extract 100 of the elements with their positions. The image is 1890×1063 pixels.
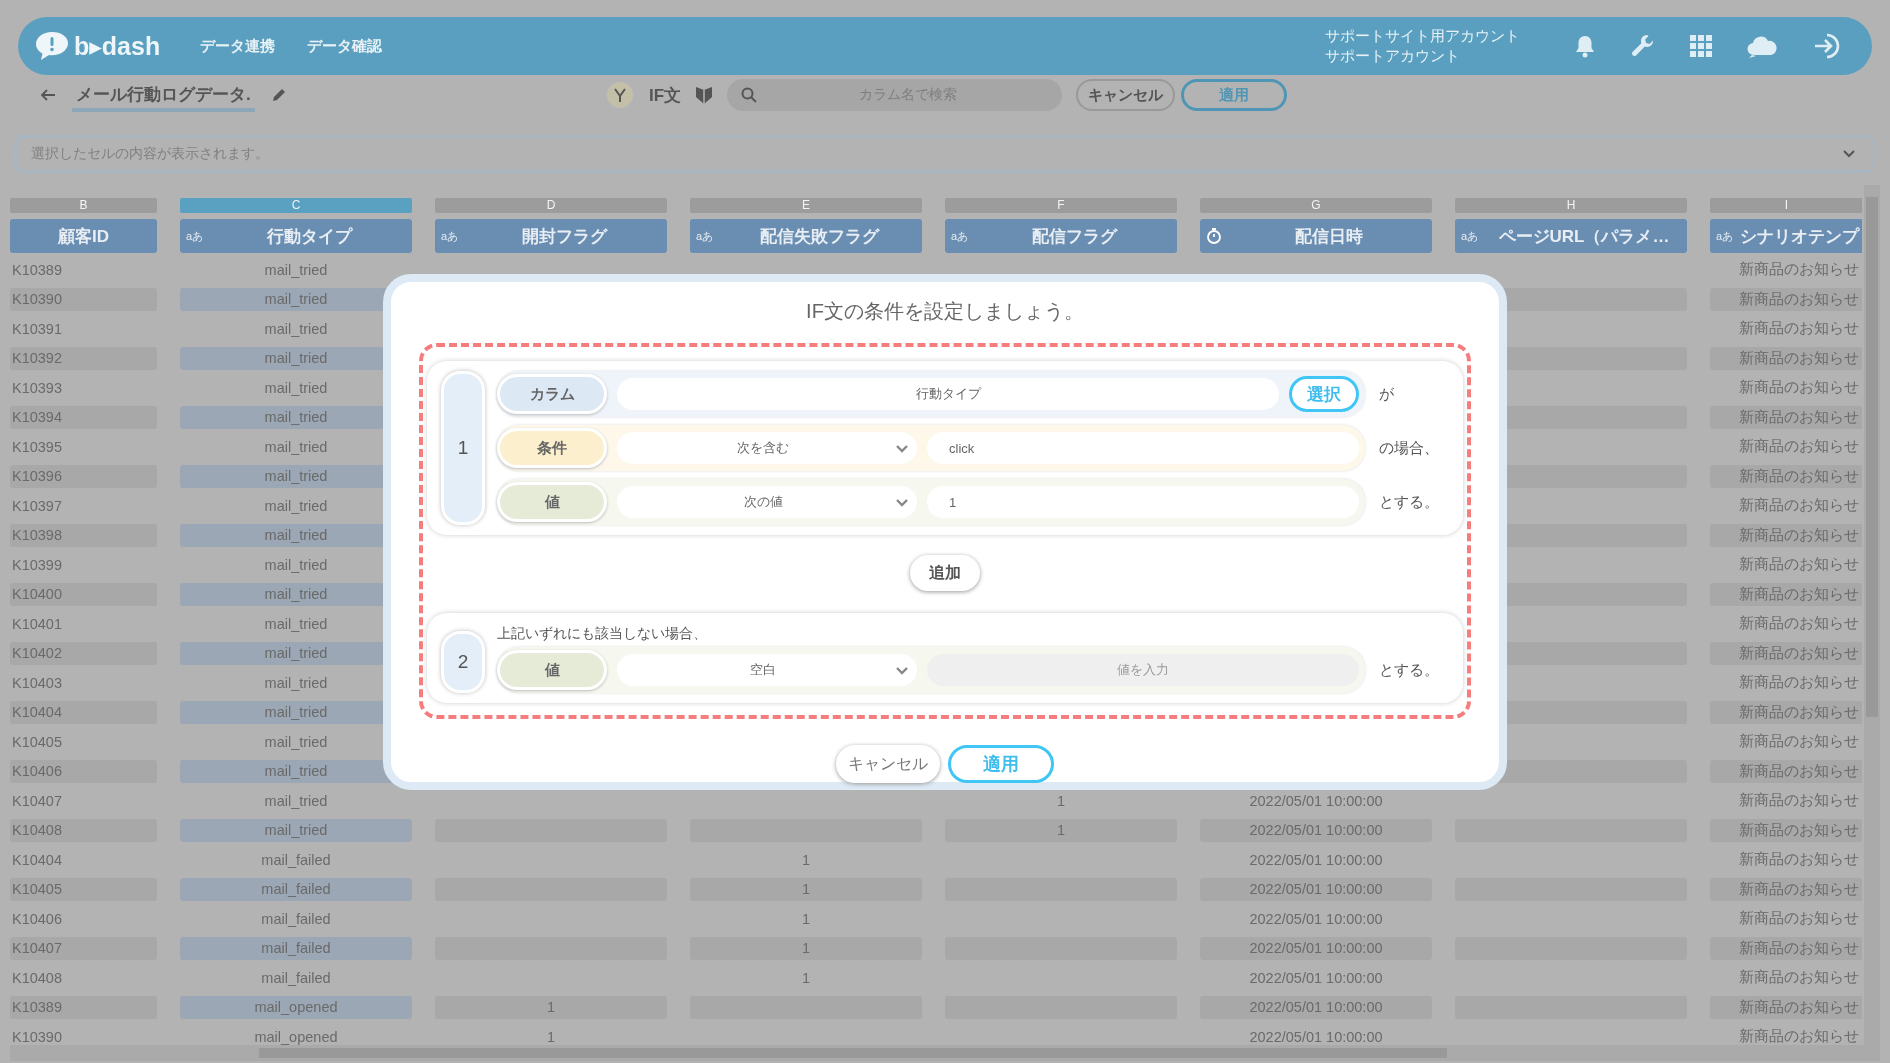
nav-link[interactable]: データ連携 bbox=[200, 36, 276, 56]
dropdown[interactable]: 次の値 bbox=[617, 486, 917, 518]
nav-link[interactable]: データ確認 bbox=[307, 36, 383, 56]
table-cell[interactable]: 新商品のお知らせ bbox=[1710, 287, 1862, 311]
table-cell[interactable]: mail_failed bbox=[180, 936, 412, 960]
table-cell[interactable]: 新商品のお知らせ bbox=[1710, 936, 1862, 960]
table-cell[interactable]: K10402 bbox=[10, 641, 157, 665]
column-letter[interactable]: C bbox=[180, 197, 412, 213]
column-header[interactable]: aあ 配信失敗フラグ bbox=[690, 219, 922, 253]
table-cell[interactable]: mail_failed bbox=[180, 877, 412, 901]
table-cell[interactable]: 新商品のお知らせ bbox=[1710, 877, 1862, 901]
table-cell[interactable]: K10407 bbox=[10, 789, 157, 813]
table-cell[interactable]: 新商品のお知らせ bbox=[1710, 966, 1862, 990]
table-cell[interactable]: K10396 bbox=[10, 464, 157, 488]
column-header[interactable]: aあ 配信フラグ bbox=[945, 219, 1177, 253]
table-cell[interactable]: K10391 bbox=[10, 317, 157, 341]
table-cell[interactable]: 新商品のお知らせ bbox=[1710, 1025, 1862, 1049]
table-cell[interactable]: 新商品のお知らせ bbox=[1710, 641, 1862, 665]
table-cell[interactable]: K10401 bbox=[10, 612, 157, 636]
table-cell[interactable]: 新商品のお知らせ bbox=[1710, 376, 1862, 400]
table-cell[interactable]: K10394 bbox=[10, 405, 157, 429]
table-cell[interactable]: K10390 bbox=[10, 1025, 157, 1049]
table-cell[interactable]: 2022/05/01 10:00:00 bbox=[1200, 936, 1432, 960]
add-button[interactable]: 追加 bbox=[910, 555, 980, 591]
table-cell[interactable]: 2022/05/01 10:00:00 bbox=[1200, 1025, 1432, 1049]
table-cell[interactable]: 1 bbox=[690, 936, 922, 960]
table-cell[interactable]: K10408 bbox=[10, 966, 157, 990]
table-cell[interactable]: 1 bbox=[435, 995, 667, 1019]
table-cell[interactable]: mail_tried bbox=[180, 258, 412, 282]
table-cell[interactable]: K10389 bbox=[10, 258, 157, 282]
table-cell[interactable]: 新商品のお知らせ bbox=[1710, 494, 1862, 518]
table-cell[interactable]: 新商品のお知らせ bbox=[1710, 553, 1862, 577]
table-cell[interactable]: 2022/05/01 10:00:00 bbox=[1200, 877, 1432, 901]
table-cell[interactable]: mail_opened bbox=[180, 1025, 412, 1049]
table-cell[interactable]: 新商品のお知らせ bbox=[1710, 907, 1862, 931]
apply-button[interactable]: 適用 bbox=[1181, 79, 1288, 111]
table-cell[interactable]: K10397 bbox=[10, 494, 157, 518]
table-cell[interactable]: K10407 bbox=[10, 936, 157, 960]
table-cell[interactable]: mail_failed bbox=[180, 907, 412, 931]
table-cell[interactable]: K10395 bbox=[10, 435, 157, 459]
table-cell[interactable]: K10406 bbox=[10, 759, 157, 783]
table-cell[interactable]: 2022/05/01 10:00:00 bbox=[1200, 907, 1432, 931]
table-cell[interactable]: 1 bbox=[945, 789, 1177, 813]
table-cell[interactable]: 新商品のお知らせ bbox=[1710, 582, 1862, 606]
column-header[interactable]: 顧客ID bbox=[10, 219, 157, 253]
table-cell[interactable]: 新商品のお知らせ bbox=[1710, 730, 1862, 754]
column-letter[interactable]: F bbox=[945, 197, 1177, 213]
column-header[interactable]: aあ 開封フラグ bbox=[435, 219, 667, 253]
table-cell[interactable]: 新商品のお知らせ bbox=[1710, 523, 1862, 547]
table-cell[interactable]: 新商品のお知らせ bbox=[1710, 258, 1862, 282]
table-cell[interactable]: 1 bbox=[690, 877, 922, 901]
column-letter[interactable]: E bbox=[690, 197, 922, 213]
table-cell[interactable]: 2022/05/01 10:00:00 bbox=[1200, 848, 1432, 872]
table-cell[interactable]: 新商品のお知らせ bbox=[1710, 612, 1862, 636]
table-cell[interactable]: 1 bbox=[690, 966, 922, 990]
cancel-button[interactable]: キャンセル bbox=[1076, 79, 1176, 111]
table-cell[interactable]: K10399 bbox=[10, 553, 157, 577]
table-cell[interactable]: K10392 bbox=[10, 346, 157, 370]
table-cell[interactable]: 2022/05/01 10:00:00 bbox=[1200, 995, 1432, 1019]
table-cell[interactable]: 2022/05/01 10:00:00 bbox=[1200, 818, 1432, 842]
cancel-button[interactable]: キャンセル bbox=[836, 745, 940, 783]
column-letter[interactable]: D bbox=[435, 197, 667, 213]
column-header[interactable]: aあ 行動タイプ bbox=[180, 219, 412, 253]
table-cell[interactable]: 新商品のお知らせ bbox=[1710, 435, 1862, 459]
column-letter[interactable]: G bbox=[1200, 197, 1432, 213]
table-cell[interactable]: K10403 bbox=[10, 671, 157, 695]
table-cell[interactable]: 新商品のお知らせ bbox=[1710, 700, 1862, 724]
table-cell[interactable]: K10406 bbox=[10, 907, 157, 931]
table-cell[interactable]: K10389 bbox=[10, 995, 157, 1019]
table-cell[interactable]: K10404 bbox=[10, 848, 157, 872]
select-button[interactable]: 選択 bbox=[1289, 376, 1359, 412]
table-cell[interactable]: K10400 bbox=[10, 582, 157, 606]
table-cell[interactable]: K10393 bbox=[10, 376, 157, 400]
table-cell[interactable]: 新商品のお知らせ bbox=[1710, 671, 1862, 695]
table-cell[interactable]: 新商品のお知らせ bbox=[1710, 995, 1862, 1019]
table-cell[interactable]: 新商品のお知らせ bbox=[1710, 818, 1862, 842]
column-letter[interactable]: B bbox=[10, 197, 157, 213]
table-cell[interactable]: 新商品のお知らせ bbox=[1710, 405, 1862, 429]
column-letter[interactable]: H bbox=[1455, 197, 1687, 213]
column-field[interactable]: 行動タイプ bbox=[617, 378, 1279, 410]
table-cell[interactable]: 2022/05/01 10:00:00 bbox=[1200, 966, 1432, 990]
table-cell[interactable]: 新商品のお知らせ bbox=[1710, 464, 1862, 488]
value-field[interactable]: click bbox=[927, 432, 1359, 464]
table-cell[interactable]: 1 bbox=[690, 848, 922, 872]
table-cell[interactable]: 1 bbox=[690, 907, 922, 931]
table-cell[interactable]: 1 bbox=[435, 1025, 667, 1049]
table-cell[interactable]: 2022/05/01 10:00:00 bbox=[1200, 789, 1432, 813]
table-cell[interactable]: K10390 bbox=[10, 287, 157, 311]
table-cell[interactable]: 新商品のお知らせ bbox=[1710, 848, 1862, 872]
table-cell[interactable]: K10405 bbox=[10, 730, 157, 754]
table-cell[interactable]: mail_failed bbox=[180, 966, 412, 990]
table-cell[interactable]: mail_tried bbox=[180, 818, 412, 842]
table-cell[interactable]: K10405 bbox=[10, 877, 157, 901]
table-cell[interactable]: 新商品のお知らせ bbox=[1710, 759, 1862, 783]
dropdown[interactable]: 次を含む bbox=[617, 432, 917, 464]
column-header[interactable]: aあ シナリオテンプ bbox=[1710, 219, 1862, 253]
table-cell[interactable]: mail_tried bbox=[180, 789, 412, 813]
table-cell[interactable]: mail_failed bbox=[180, 848, 412, 872]
column-letter[interactable]: I bbox=[1710, 197, 1862, 213]
value-field[interactable]: 1 bbox=[927, 486, 1359, 518]
